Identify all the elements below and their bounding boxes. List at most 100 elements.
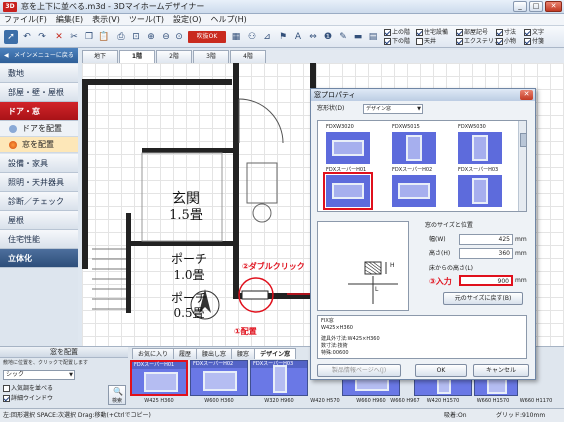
catalog-item[interactable]: FDXスーパーH03 <box>250 360 308 396</box>
app-window: 3D 窓を上下に並べる.m3d - 3Dマイホームデザイナー _ □ ✕ ファイ… <box>0 0 564 422</box>
room-porch2-name: ポーチ <box>170 291 207 305</box>
menu-edit[interactable]: 編集(E) <box>56 14 83 26</box>
list-item[interactable] <box>458 175 502 207</box>
minimize-button[interactable]: _ <box>513 1 527 12</box>
status-hint: 左:回形選択 SPACE:次選択 Drag:移動(+Ctrlでコピー) <box>3 412 151 419</box>
list-item[interactable] <box>458 132 502 164</box>
bottom-panel-help: 敷地に位置を、クリックで配置します <box>3 360 89 366</box>
zoom-area-icon[interactable]: ⊙ <box>172 30 186 44</box>
atrium-ok-button[interactable]: 吹抜OK <box>188 31 226 43</box>
check-upper-floor[interactable]: 上の階 <box>384 28 410 37</box>
size-section-label: 窓のサイズと位置 <box>425 222 473 229</box>
width-unit: mm <box>515 236 527 243</box>
copy-icon[interactable]: ❐ <box>82 30 96 44</box>
sidebar-item-roof[interactable]: 屋根 <box>0 211 78 230</box>
floor-height-input[interactable]: 900 <box>459 275 513 286</box>
catalog-item[interactable]: FDXスーパーH02 <box>190 360 248 396</box>
calc-icon[interactable]: ▬ <box>351 30 365 44</box>
sidebar-item-door-window[interactable]: ドア・窓 <box>0 102 78 121</box>
menu-help[interactable]: ヘルプ(H) <box>211 14 247 26</box>
fit-view-icon[interactable]: ⊡ <box>129 30 143 44</box>
close-button[interactable]: ✕ <box>545 1 562 12</box>
zoom-out-icon[interactable]: ⊖ <box>159 30 173 44</box>
measure-icon[interactable]: ⊿ <box>260 30 274 44</box>
print-icon[interactable]: ⎙ <box>114 30 128 44</box>
annotation-place: ①配置 <box>234 327 257 336</box>
sidebar-item-room-wall-roof[interactable]: 部屋・壁・屋根 <box>0 83 78 102</box>
walk-icon[interactable]: ⚇ <box>245 30 259 44</box>
height-label: 高さ(H) <box>429 250 451 257</box>
width-input[interactable]: 425 <box>459 234 513 245</box>
sidebar-item-equipment[interactable]: 設備・家具 <box>0 154 78 173</box>
zoom-in-icon[interactable]: ⊕ <box>144 30 158 44</box>
reset-size-button[interactable]: 元のサイズに戻す(B) <box>443 292 523 305</box>
check-lower-floor[interactable]: 下の階 <box>384 37 410 46</box>
product-info-button[interactable]: 製品情報ページへ(J) <box>317 364 401 377</box>
door-icon <box>9 125 17 133</box>
shape-select[interactable]: デザイン窓 <box>363 104 423 114</box>
list-item[interactable] <box>392 132 436 164</box>
check-room-symbol[interactable]: 部屋記号 <box>456 28 488 37</box>
category-select[interactable]: シック <box>3 370 75 380</box>
back-to-main-button[interactable]: メインメニューに戻る <box>0 48 78 63</box>
grid-icon[interactable]: ▦ <box>229 30 243 44</box>
sidebar-sub-place-window[interactable]: 窓を配置 <box>0 137 78 153</box>
select-arrow-icon[interactable]: ➚ <box>4 30 18 44</box>
catalog-item[interactable]: FDXスーパーH01 <box>130 360 188 396</box>
annotation-double-click: ②ダブルクリック <box>242 262 305 271</box>
search-button[interactable]: 検索 <box>108 385 126 405</box>
check-ceiling[interactable]: 天井 <box>416 37 436 46</box>
sidebar-item-site[interactable]: 敷地 <box>0 64 78 83</box>
tag-icon[interactable]: ⚑ <box>276 30 290 44</box>
sidebar-item-3d[interactable]: 立体化 <box>0 249 78 268</box>
check-dimension[interactable]: 寸法 <box>496 28 516 37</box>
check-text[interactable]: 文字 <box>524 28 544 37</box>
tab-floor-4[interactable]: 4階 <box>230 50 266 63</box>
check-glass[interactable]: 入気調を並べる <box>3 384 53 393</box>
delete-icon[interactable]: ✕ <box>52 30 66 44</box>
redo-icon[interactable]: ↷ <box>35 30 49 44</box>
tab-design-window[interactable]: デザイン窓 <box>254 348 297 359</box>
check-small-items[interactable]: 小物 <box>496 37 516 46</box>
sidebar-item-lighting[interactable]: 照明・天井器具 <box>0 173 78 192</box>
menu-tools[interactable]: ツール(T) <box>129 14 164 26</box>
check-sticky[interactable]: 付箋 <box>524 37 544 46</box>
check-detail-window[interactable]: 詳細ウインドウ <box>3 394 53 403</box>
paste-icon[interactable]: 📋 <box>97 30 111 44</box>
dimension-icon[interactable]: ⇔ <box>306 30 320 44</box>
floor-height-label: 床からの高さ(L) <box>429 265 474 272</box>
list-item[interactable] <box>392 175 436 207</box>
check-equipment[interactable]: 住宅設備 <box>416 28 448 37</box>
menu-file[interactable]: ファイル(F) <box>4 14 47 26</box>
tab-favorites[interactable]: お気に入り <box>132 348 175 359</box>
sidebar-sub-place-door[interactable]: ドアを配置 <box>0 121 78 137</box>
tab-bay-window[interactable]: 腰出し窓 <box>196 348 233 359</box>
tab-floor-3[interactable]: 3階 <box>193 50 229 63</box>
tab-waist-window[interactable]: 腰窓 <box>231 348 256 359</box>
text-icon[interactable]: A <box>291 30 305 44</box>
ok-button[interactable]: OK <box>415 364 467 377</box>
tab-history[interactable]: 履歴 <box>173 348 198 359</box>
gallery-icon[interactable]: ▤ <box>366 30 380 44</box>
menu-view[interactable]: 表示(V) <box>92 14 120 26</box>
tab-floor-2[interactable]: 2階 <box>156 50 192 63</box>
maximize-button[interactable]: □ <box>529 1 543 12</box>
menu-settings[interactable]: 設定(O) <box>173 14 202 26</box>
undo-icon[interactable]: ↶ <box>20 30 34 44</box>
cut-icon[interactable]: ✂ <box>67 30 81 44</box>
tab-floor-1[interactable]: 1階 <box>119 50 155 63</box>
pen-icon[interactable]: ✎ <box>336 30 350 44</box>
sidebar-item-performance[interactable]: 住宅性能 <box>0 230 78 249</box>
list-item[interactable] <box>326 132 370 164</box>
dialog-close-button[interactable]: ✕ <box>520 90 533 100</box>
list-item-caption: FDXスーパーH02 <box>392 167 433 173</box>
cancel-button[interactable]: キャンセル <box>473 364 529 377</box>
check-exterior[interactable]: エクステリア <box>456 37 500 46</box>
list-item-selected[interactable] <box>323 172 373 210</box>
height-input[interactable]: 360 <box>459 248 513 259</box>
tab-basement[interactable]: 地下 <box>82 50 118 63</box>
sidebar-item-diagnosis[interactable]: 診断／チェック <box>0 192 78 211</box>
list-scrollbar[interactable] <box>518 121 526 211</box>
help-icon[interactable]: ❶ <box>321 30 335 44</box>
catalog-tabs: お気に入り 履歴 腰出し窓 腰窓 デザイン窓 <box>132 348 297 359</box>
